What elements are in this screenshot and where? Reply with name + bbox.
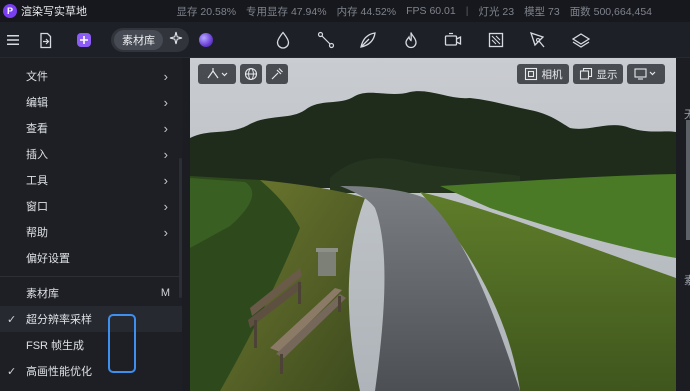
- camera-video-icon[interactable]: [441, 28, 465, 52]
- chevron-right-icon: ›: [163, 120, 168, 136]
- menu-item-label: 窗口: [26, 201, 48, 213]
- menu-item-window[interactable]: 窗口 ›: [0, 193, 182, 219]
- performance-stats: 显存 20.58% 专用显存 47.94% 内存 44.52% FPS 60.0…: [167, 0, 652, 22]
- camera-icon: [524, 67, 537, 81]
- main-toolbar: 素材库: [0, 22, 690, 58]
- title-bar: P 渲染写实草地 显存 20.58% 专用显存 47.94% 内存 44.52%…: [0, 0, 690, 22]
- export-file-icon[interactable]: [34, 28, 58, 52]
- right-panel-text: 素: [684, 275, 690, 287]
- app-title: 渲染写实草地: [21, 6, 87, 18]
- menu-item-label: 偏好设置: [26, 253, 70, 265]
- slash-square-icon[interactable]: [484, 28, 508, 52]
- menu-item-library[interactable]: 素材库 M: [0, 280, 182, 306]
- transform-mode-dropdown[interactable]: [198, 64, 236, 84]
- chevron-right-icon: ›: [163, 172, 168, 188]
- chevron-right-icon: ›: [163, 198, 168, 214]
- menu-item-label: 查看: [26, 123, 48, 135]
- scene-tools: [271, 28, 611, 52]
- trash-bin: [318, 250, 336, 276]
- stat-faces: 面数 500,664,454: [569, 5, 652, 18]
- chevron-right-icon: ›: [163, 146, 168, 162]
- menu-item-label: 编辑: [26, 97, 48, 109]
- stat-fps: FPS 60.01: [406, 5, 456, 17]
- menu-item-label: 超分辨率采样: [26, 314, 92, 326]
- menu-item-preferences[interactable]: 偏好设置: [0, 245, 182, 271]
- camera-button[interactable]: 相机: [517, 64, 569, 84]
- stat-separator: |: [465, 5, 469, 17]
- chevron-right-icon: ›: [163, 224, 168, 240]
- chevron-right-icon: ›: [163, 68, 168, 84]
- menu-item-tools[interactable]: 工具 ›: [0, 167, 182, 193]
- menu-item-view[interactable]: 查看 ›: [0, 115, 182, 141]
- menu-divider: [0, 276, 182, 277]
- right-panel-thumbnail[interactable]: [686, 120, 690, 240]
- menu-item-label: 文件: [26, 71, 48, 83]
- focus-highlight: [108, 314, 136, 373]
- checkmark-icon: ✓: [7, 365, 17, 378]
- leaf-icon[interactable]: [356, 28, 380, 52]
- viewport-left-tools: [198, 64, 292, 84]
- ai-orb-icon[interactable]: [199, 33, 213, 47]
- library-button[interactable]: 素材库: [114, 30, 163, 50]
- shortcut-key: M: [160, 287, 170, 299]
- stat-memory: 内存 44.52%: [336, 5, 397, 18]
- menu-item-insert[interactable]: 插入 ›: [0, 141, 182, 167]
- checkmark-icon: ✓: [7, 313, 17, 326]
- display-label: 显示: [596, 68, 618, 81]
- path-icon[interactable]: [314, 28, 338, 52]
- menu-scrollbar[interactable]: [179, 158, 182, 298]
- viewport-settings-dropdown[interactable]: [627, 64, 665, 84]
- display-button[interactable]: 显示: [573, 64, 623, 84]
- menu-item-label: FSR 帧生成: [26, 340, 85, 352]
- sparkle-icon[interactable]: [169, 31, 183, 50]
- menu-item-edit[interactable]: 编辑 ›: [0, 89, 182, 115]
- menu-item-label: 工具: [26, 175, 48, 187]
- stat-dedicated-vram: 专用显存 47.94%: [246, 5, 327, 18]
- stat-lights: 灯光 23: [478, 5, 515, 18]
- menu-item-label: 插入: [26, 149, 48, 161]
- main-menu-panel: 文件 › 编辑 › 查看 › 插入 › 工具 › 窗口 › 帮助 › 偏好设置 …: [0, 58, 182, 391]
- screen-icon: [634, 68, 656, 80]
- viewport-right-tools: 相机 显示: [517, 64, 669, 84]
- scene-render: [190, 58, 676, 391]
- camera-label: 相机: [541, 68, 563, 81]
- library-toggle[interactable]: 素材库: [111, 28, 189, 52]
- menu-item-file[interactable]: 文件 ›: [0, 63, 182, 89]
- eyedropper-icon[interactable]: [266, 64, 288, 84]
- render-viewport[interactable]: 相机 显示: [190, 58, 676, 391]
- pen-tool-icon[interactable]: [526, 28, 550, 52]
- app-logo: P: [3, 4, 17, 18]
- stat-models: 模型 73: [524, 5, 560, 18]
- toggle-fsr-frame-generation[interactable]: FSR 帧生成: [0, 332, 182, 358]
- menu-item-help[interactable]: 帮助 ›: [0, 219, 182, 245]
- right-panel-edge: 无 素: [676, 58, 690, 391]
- layers-icon[interactable]: [569, 28, 593, 52]
- menu-item-label: 帮助: [26, 227, 48, 239]
- menu-icon[interactable]: [1, 28, 25, 52]
- stat-vram: 显存 20.58%: [176, 5, 237, 18]
- fire-icon[interactable]: [399, 28, 423, 52]
- chevron-right-icon: ›: [163, 94, 168, 110]
- toggle-quality-performance[interactable]: ✓ 高画性能优化: [0, 358, 182, 384]
- drop-icon[interactable]: [271, 28, 295, 52]
- display-icon: [579, 67, 592, 80]
- menu-item-label: 高画性能优化: [26, 366, 92, 378]
- add-plugin-icon[interactable]: [72, 28, 96, 52]
- globe-icon[interactable]: [240, 64, 262, 84]
- menu-item-label: 素材库: [26, 288, 59, 300]
- toggle-super-resolution[interactable]: ✓ 超分辨率采样: [0, 306, 182, 332]
